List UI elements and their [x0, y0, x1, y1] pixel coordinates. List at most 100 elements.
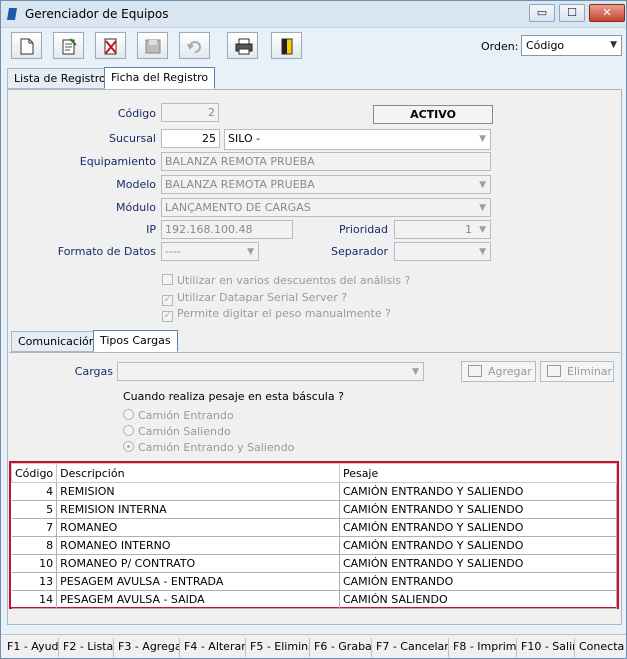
chk-peso-manual[interactable]: ✓ Permite digitar el peso manualmente ?: [162, 307, 391, 322]
modelo-select[interactable]: BALANZA REMOTA PRUEBA ▼: [161, 175, 491, 194]
codigo-field[interactable]: 2: [161, 103, 219, 122]
tab-tipos-cargas[interactable]: Tipos Cargas: [93, 330, 178, 352]
f10-exit-button[interactable]: F10 - Salir: [517, 638, 575, 657]
app-window: Gerenciador de Equipos ▭ ☐ ✕ Orden: Códi…: [0, 0, 627, 659]
eliminar-button[interactable]: Eliminar: [540, 361, 614, 382]
cell-descripcion: REMISION INTERNA: [56, 500, 340, 519]
cell-pesaje: CAMIÓN ENTRANDO Y SALIENDO: [338, 536, 618, 555]
f4-edit-button[interactable]: F4 - Alterar: [180, 638, 246, 657]
checkbox-icon: [162, 274, 173, 285]
equipamiento-field[interactable]: BALANZA REMOTA PRUEBA: [161, 152, 491, 171]
chevron-down-icon: ▼: [479, 203, 486, 213]
undo-icon: [187, 41, 201, 53]
cell-descripcion: ROMANEO INTERNO: [56, 536, 340, 555]
cell-codigo: 7: [11, 518, 58, 537]
table-row[interactable]: 10 ROMANEO P/ CONTRATO CAMIÓN ENTRANDO Y S…: [11, 554, 618, 573]
edit-button[interactable]: [53, 32, 84, 59]
new-document-icon: [20, 38, 34, 55]
f8-print-button[interactable]: F8 - Imprimi: [449, 638, 517, 657]
chk-peso-manual-label: Permite digitar el peso manualmente ?: [177, 307, 391, 320]
table-row[interactable]: 13 PESAGEM AVULSA - ENTRADA CAMIÓN ENTRAND…: [11, 572, 618, 591]
minimize-icon: ▭: [536, 6, 548, 19]
save-icon: [145, 39, 161, 54]
radio-entrando-saliendo-label: Camión Entrando y Saliendo: [138, 441, 295, 454]
cancel-button[interactable]: [179, 32, 210, 59]
sucursal-number-field[interactable]: 25: [161, 129, 220, 148]
cell-pesaje: CAMIÓN ENTRANDO Y SALIENDO: [338, 554, 618, 573]
tab-ficha-registro[interactable]: Ficha del Registro: [104, 67, 216, 89]
modelo-value: BALANZA REMOTA PRUEBA: [165, 178, 315, 191]
sucursal-label: Sucursal: [108, 132, 156, 145]
chk-varios-descuentos[interactable]: Utilizar en varios descuentos del anális…: [162, 274, 410, 287]
cell-pesaje: CAMIÓN ENTRANDO Y SALIENDO: [338, 500, 618, 519]
modulo-select[interactable]: LANÇAMENTO DE CARGAS ▼: [161, 198, 491, 217]
maximize-icon: ☐: [567, 6, 577, 19]
checkmark-icon: ✓: [162, 311, 173, 322]
cargas-table: Código Descripción Pesaje 4 REMISION CAMIÓ…: [10, 463, 618, 609]
f2-list-button[interactable]: F2 - Lista: [59, 638, 114, 657]
ip-field[interactable]: 192.168.100.48: [161, 220, 293, 239]
tab-lista-registros[interactable]: Lista de Registros: [7, 68, 119, 89]
checkmark-icon: ✓: [162, 295, 173, 306]
cell-codigo: 13: [11, 572, 58, 591]
close-button[interactable]: ✕: [589, 4, 625, 22]
agregar-label: Agregar: [488, 365, 532, 378]
table-row[interactable]: 7 ROMANEO CAMIÓN ENTRANDO Y SALIENDO: [11, 518, 618, 537]
cargas-select[interactable]: ▼: [117, 362, 424, 381]
radio-icon: [123, 425, 134, 436]
sucursal-name: SILO -: [228, 132, 261, 145]
pesaje-group: Cuando realiza pesaje en esta báscula ? …: [117, 390, 433, 460]
table-row[interactable]: 14 PESAGEM AVULSA - SAIDA CAMIÓN SALIENDO: [11, 590, 618, 609]
connect-status: Conecta: [579, 640, 625, 653]
chevron-down-icon: ▼: [479, 247, 486, 257]
separador-select[interactable]: ▼: [394, 242, 491, 261]
table-row[interactable]: 4 REMISION CAMIÓN ENTRANDO Y SALIENDO: [11, 482, 618, 501]
prioridad-select[interactable]: 1 ▼: [394, 220, 491, 239]
table-header-row: Código Descripción Pesaje: [10, 463, 618, 483]
save-button[interactable]: [137, 32, 168, 59]
table-row[interactable]: 5 REMISION INTERNA CAMIÓN ENTRANDO Y SALIE…: [11, 500, 618, 519]
new-button[interactable]: [11, 32, 42, 59]
modulo-value: LANÇAMENTO DE CARGAS: [165, 201, 311, 214]
table-row[interactable]: 8 ROMANEO INTERNO CAMIÓN ENTRANDO Y SALIEN…: [11, 536, 618, 555]
exit-door-icon: [281, 38, 293, 55]
column-header-pesaje[interactable]: Pesaje: [338, 463, 618, 483]
order-label: Orden:: [481, 40, 519, 53]
sucursal-select[interactable]: SILO - ▼: [224, 129, 491, 150]
radio-saliendo[interactable]: Camión Saliendo: [123, 425, 231, 438]
cell-pesaje: CAMIÓN ENTRANDO: [338, 572, 618, 591]
column-header-descripcion[interactable]: Descripción: [56, 463, 340, 483]
printer-icon: [235, 38, 253, 55]
chevron-down-icon: ▼: [412, 367, 419, 377]
f3-add-button[interactable]: F3 - Agrega: [114, 638, 180, 657]
pesaje-question: Cuando realiza pesaje en esta báscula ?: [123, 390, 344, 403]
cell-codigo: 10: [11, 554, 58, 573]
chevron-down-icon: ▼: [479, 225, 486, 235]
f7-cancel-button[interactable]: F7 - Cancelar: [372, 638, 449, 657]
function-key-bar: F1 - Ayud F2 - Lista F3 - Agrega F4 - Al…: [1, 634, 626, 658]
f1-help-button[interactable]: F1 - Ayud: [3, 638, 59, 657]
cell-pesaje: CAMIÓN SALIENDO: [338, 590, 618, 609]
minimize-button[interactable]: ▭: [529, 4, 555, 22]
app-icon: [7, 8, 17, 20]
cell-descripcion: PESAGEM AVULSA - SAIDA: [56, 590, 340, 609]
close-icon: ✕: [602, 6, 612, 19]
order-select[interactable]: Código ▼: [521, 35, 622, 56]
formato-label: Formato de Datos: [57, 245, 156, 258]
tab-comunicacion[interactable]: Comunicación: [11, 331, 103, 352]
cell-codigo: 5: [11, 500, 58, 519]
column-header-codigo[interactable]: Código: [10, 463, 58, 483]
formato-select[interactable]: ---- ▼: [161, 242, 259, 261]
f6-save-button[interactable]: F6 - Grabar: [310, 638, 372, 657]
radio-entrando[interactable]: Camión Entrando: [123, 409, 234, 422]
radio-entrando-saliendo[interactable]: Camión Entrando y Saliendo: [123, 441, 294, 454]
maximize-button[interactable]: ☐: [559, 4, 585, 22]
modulo-label: Módulo: [116, 201, 156, 214]
print-button[interactable]: [227, 32, 258, 59]
delete-button[interactable]: [95, 32, 126, 59]
f5-delete-button[interactable]: F5 - Elimina: [246, 638, 310, 657]
cell-pesaje: CAMIÓN ENTRANDO Y SALIENDO: [338, 518, 618, 537]
agregar-button[interactable]: Agregar: [461, 361, 536, 382]
exit-button[interactable]: [271, 32, 302, 59]
chk-serial-server[interactable]: ✓ Utilizar Datapar Serial Server ?: [162, 291, 347, 306]
